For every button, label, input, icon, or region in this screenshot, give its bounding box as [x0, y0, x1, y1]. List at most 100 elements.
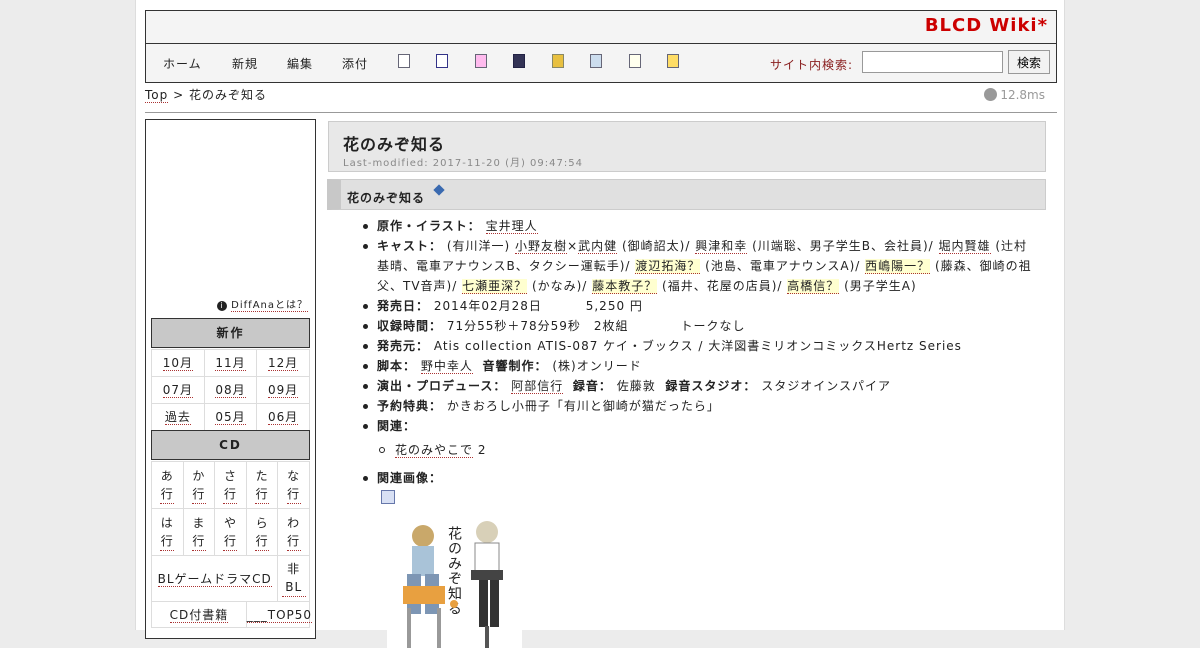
- kana-ha[interactable]: は行: [160, 514, 175, 551]
- kana-wa[interactable]: わ行: [286, 514, 301, 551]
- new-link-jun[interactable]: 06月: [268, 410, 299, 425]
- divider: [145, 112, 1057, 113]
- related-list: 花のみやこで 2: [377, 440, 1032, 460]
- new-link-oct[interactable]: 10月: [162, 356, 193, 371]
- runtime: 71分55秒＋78分59秒 2枚組 トークなし: [446, 319, 746, 333]
- list-item: 演出・プロデュース： 阿部信行 録音： 佐藤敦 録音スタジオ： スタジオインスパ…: [362, 376, 1032, 396]
- non-bl-link[interactable]: 非BL: [281, 560, 306, 597]
- ad-space: [146, 120, 315, 305]
- new-link-jul[interactable]: 07月: [162, 383, 193, 398]
- script-writer-link[interactable]: 野中幸人: [420, 359, 473, 374]
- list-item: 予約特典： かきおろし小冊子「有川と御崎が猫だったら」: [362, 396, 1032, 416]
- related-link[interactable]: 花のみやこで: [395, 443, 474, 458]
- list-item: キャスト： (有川洋一) 小野友樹×武内健 (御崎詔太)/ 興津和幸 (川端聡、…: [362, 236, 1032, 296]
- nav-new[interactable]: 新規: [232, 55, 258, 72]
- original-author-link[interactable]: 宝井理人: [485, 219, 538, 234]
- list-item: 原作・イラスト： 宝井理人: [362, 216, 1032, 236]
- nav-edit[interactable]: 編集: [287, 55, 313, 72]
- sound-producer: (株)オンリード: [552, 359, 642, 373]
- list-item: 関連： 花のみやこで 2: [362, 416, 1032, 460]
- backup-icon[interactable]: [475, 54, 487, 68]
- list-item: 関連画像： 花のみぞ知る: [362, 468, 1032, 648]
- title-box: 花のみぞ知る Last-modified: 2017-11-20 (月) 09:…: [328, 121, 1046, 172]
- new-item: 09月: [256, 376, 310, 404]
- release-date: 2014年02月28日 5,250 円: [433, 299, 643, 313]
- cast-link[interactable]: 渡辺拓海？: [635, 259, 701, 274]
- new-link-sep[interactable]: 09月: [268, 383, 299, 398]
- kana-ya[interactable]: や行: [223, 514, 238, 551]
- page: BLCD Wiki* ホーム 新規 編集 添付 サイト内検索: 検索 Top >…: [135, 0, 1065, 648]
- new-link-aug[interactable]: 08月: [215, 383, 246, 398]
- cast-link[interactable]: 高橋信？: [787, 279, 840, 294]
- diffana-text[interactable]: DiffAnaとは？: [231, 300, 308, 312]
- search-input[interactable]: [862, 51, 1003, 73]
- kana-ta[interactable]: た行: [255, 467, 270, 504]
- kana-ma[interactable]: ま行: [191, 514, 206, 551]
- kana-sa[interactable]: さ行: [223, 467, 238, 504]
- nav-attach[interactable]: 添付: [342, 55, 368, 72]
- info-list: 原作・イラスト： 宝井理人 キャスト： (有川洋一) 小野友樹×武内健 (御崎詔…: [362, 216, 1032, 648]
- list-item: 収録時間： 71分55秒＋78分59秒 2枚組 トークなし: [362, 316, 1032, 336]
- cast-link[interactable]: 藤本教子？: [592, 279, 658, 294]
- copy-icon[interactable]: [398, 54, 410, 68]
- navbar: ホーム 新規 編集 添付 サイト内検索: 検索: [145, 43, 1057, 83]
- diff-icon[interactable]: [436, 54, 448, 68]
- list-icon[interactable]: [629, 54, 641, 68]
- cd-heading: CD: [151, 430, 310, 460]
- cast-link[interactable]: 堀内賢雄: [938, 239, 991, 254]
- freeze-icon[interactable]: [552, 54, 564, 68]
- kana-a[interactable]: あ行: [160, 467, 175, 504]
- cd-book-link[interactable]: CD付書籍: [169, 607, 229, 623]
- section-heading: 花のみぞ知る: [327, 179, 1046, 210]
- related-item: 花のみやこで 2: [377, 440, 1032, 460]
- help-icon[interactable]: [667, 54, 679, 68]
- list-item: 脚本： 野中幸人 音響制作： (株)オンリード: [362, 356, 1032, 376]
- recording-engineer: 佐藤敦: [616, 379, 656, 393]
- breadcrumb-top[interactable]: Top: [145, 88, 169, 103]
- new-item: 11月: [203, 349, 258, 377]
- new-item: 10月: [151, 349, 205, 377]
- image-icon[interactable]: [381, 490, 395, 504]
- search-label: サイト内検索:: [770, 58, 854, 72]
- bl-game-drama-link[interactable]: BLゲームドラマCD: [157, 571, 272, 587]
- render-time-value: 12.8ms: [1000, 88, 1045, 102]
- pencil-icon[interactable]: [433, 184, 445, 196]
- kana-na[interactable]: な行: [286, 467, 301, 504]
- last-modified: Last-modified: 2017-11-20 (月) 09:47:54: [343, 158, 583, 169]
- section-title: 花のみぞ知る: [347, 191, 426, 205]
- cd-grid: あ行 か行 さ行 た行 な行 は行 ま行 や行 ら行 わ行 BLゲームドラマCD…: [150, 461, 313, 628]
- kana-ka[interactable]: か行: [191, 467, 206, 504]
- search-button[interactable]: 検索: [1008, 50, 1050, 74]
- cast-link[interactable]: 興津和幸: [695, 239, 748, 254]
- new-link-dec[interactable]: 12月: [268, 356, 299, 371]
- new-link-may[interactable]: 05月: [215, 410, 246, 425]
- sidebar: i DiffAnaとは？ 新作 10月 11月 12月 07月 08月 09月 過…: [145, 119, 316, 639]
- nav-home[interactable]: ホーム: [163, 55, 202, 72]
- save-icon[interactable]: [513, 54, 525, 68]
- breadcrumb: Top > 花のみぞ知る: [145, 86, 267, 103]
- list-item: 発売元： Atis collection ATIS-087 ケイ・ブックス / …: [362, 336, 1032, 356]
- rename-icon[interactable]: [590, 54, 602, 68]
- cover-image[interactable]: 花のみぞ知る: [387, 508, 522, 648]
- new-item: 07月: [151, 376, 205, 404]
- recording-studio: スタジオインスパイア: [761, 379, 891, 393]
- cast-link[interactable]: 七瀬亜深？: [462, 279, 528, 294]
- new-link-nov[interactable]: 11月: [215, 356, 246, 371]
- kana-ra[interactable]: ら行: [255, 514, 270, 551]
- cast-link[interactable]: 小野友樹: [515, 239, 568, 254]
- new-item: 過去: [151, 403, 205, 431]
- site-header: BLCD Wiki*: [145, 10, 1057, 44]
- info-icon: i: [217, 301, 228, 311]
- cast-link[interactable]: 西嶋陽一？: [865, 259, 931, 274]
- new-heading: 新作: [151, 318, 310, 348]
- page-title: 花のみぞ知る: [343, 135, 446, 154]
- new-item: 12月: [256, 349, 310, 377]
- render-time: 12.8ms: [984, 88, 1045, 102]
- director-link[interactable]: 阿部信行: [511, 379, 564, 394]
- new-link-past[interactable]: 過去: [164, 410, 191, 425]
- diffana-link[interactable]: i DiffAnaとは？: [217, 296, 308, 312]
- top50-link[interactable]: ___TOP50: [246, 607, 313, 623]
- site-title[interactable]: BLCD Wiki*: [925, 15, 1048, 36]
- breadcrumb-separator: >: [173, 88, 185, 102]
- cast-link[interactable]: 武内健: [578, 239, 618, 254]
